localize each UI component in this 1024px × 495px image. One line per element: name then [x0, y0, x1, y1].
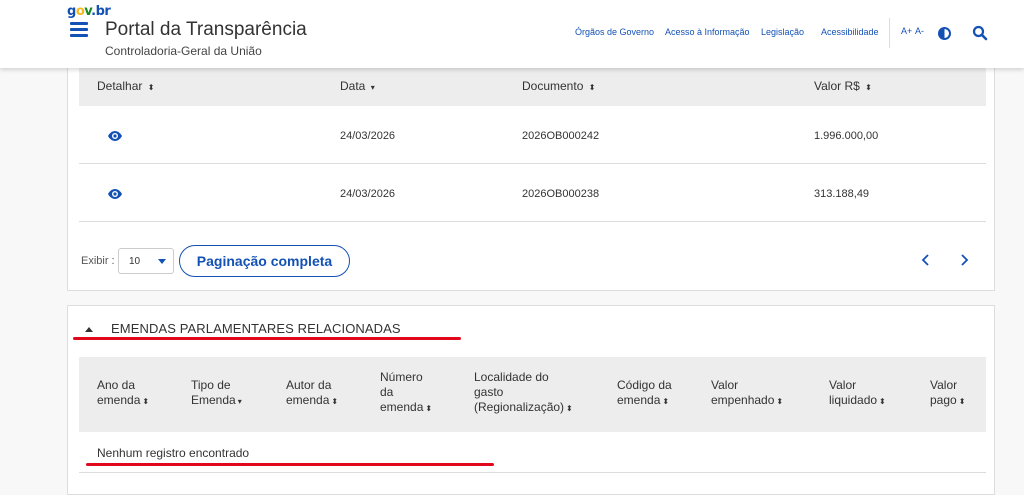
- annotation-underline: [86, 463, 494, 466]
- site-header: gov.br Portal da Transparência Controlad…: [0, 0, 1024, 68]
- col-tipo-emenda[interactable]: Tipo de Emenda ▾: [191, 378, 242, 409]
- sort-icon: ⬍: [958, 397, 966, 406]
- table-row: 24/03/2026 2026OB000238 313.188,49: [79, 164, 986, 222]
- col-detalhar[interactable]: Detalhar ⬍: [97, 79, 154, 93]
- menu-icon[interactable]: [70, 22, 88, 38]
- table-row: 24/03/2026 2026OB000242 1.996.000,00: [79, 106, 986, 164]
- col-ano-emenda[interactable]: Ano da emenda ⬍: [97, 378, 149, 409]
- nav-link-acessibilidade[interactable]: Acessibilidade: [821, 27, 879, 37]
- chevron-up-icon: [85, 327, 93, 332]
- sort-icon: ⬍: [566, 404, 573, 413]
- sort-icon: ⬍: [425, 404, 433, 413]
- nav-link-acesso-informacao[interactable]: Acesso à Informação: [665, 27, 750, 37]
- col-valor-empenhado[interactable]: Valor empenhado ⬍: [711, 378, 783, 409]
- page-size-label: Exibir :: [81, 255, 115, 267]
- sort-icon: ⬍: [776, 397, 784, 406]
- site-subtitle: Controladoria-Geral da União: [105, 44, 262, 58]
- col-data[interactable]: Data ▾: [340, 79, 375, 93]
- col-documento[interactable]: Documento ⬍: [522, 79, 595, 93]
- documents-table-header: Detalhar ⬍ Data ▾ Documento ⬍ Valor R$ ⬍: [79, 68, 986, 106]
- site-title[interactable]: Portal da Transparência: [105, 19, 307, 41]
- eye-icon[interactable]: [107, 130, 123, 142]
- sort-icon: ⬍: [879, 397, 886, 406]
- col-valor-pago[interactable]: Valor pago ⬍: [930, 378, 965, 409]
- chevron-right-icon[interactable]: [959, 253, 969, 267]
- col-valor[interactable]: Valor R$ ⬍: [814, 79, 872, 93]
- contrast-icon[interactable]: [938, 27, 951, 40]
- cell-data: 24/03/2026: [340, 130, 396, 142]
- col-autor-emenda[interactable]: Autor da emenda ⬍: [286, 378, 338, 409]
- full-pagination-button[interactable]: Paginação completa: [179, 245, 350, 277]
- sort-desc-icon: ▾: [237, 397, 242, 406]
- table-divider: [79, 472, 986, 473]
- col-numero-emenda[interactable]: Número da emenda ⬍: [380, 370, 432, 416]
- cell-documento: 2026OB000238: [522, 188, 600, 200]
- sort-icon: ⬍: [865, 83, 872, 92]
- col-codigo-emenda[interactable]: Código da emenda ⬍: [617, 378, 672, 409]
- sort-icon: ⬍: [662, 397, 670, 406]
- caret-down-icon: [158, 259, 166, 264]
- nav-link-orgaos[interactable]: Órgãos de Governo: [575, 27, 654, 37]
- col-localidade-gasto[interactable]: Localidade do gasto (Regionalização) ⬍: [474, 370, 573, 416]
- annotation-underline: [73, 337, 461, 340]
- nav-link-legislacao[interactable]: Legislação: [761, 27, 804, 37]
- cell-documento: 2026OB000242: [522, 130, 600, 142]
- section-title: EMENDAS PARLAMENTARES RELACIONADAS: [111, 321, 401, 336]
- header-divider: [889, 18, 890, 48]
- chevron-left-icon[interactable]: [921, 253, 931, 267]
- sort-icon: ⬍: [588, 83, 596, 92]
- sort-icon: ⬍: [147, 83, 155, 92]
- amendments-panel: EMENDAS PARLAMENTARES RELACIONADAS Ano d…: [67, 305, 995, 495]
- eye-icon[interactable]: [107, 188, 123, 200]
- font-increase-button[interactable]: A+: [901, 26, 912, 36]
- empty-state-message: Nenhum registro encontrado: [97, 446, 250, 460]
- cell-valor: 313.188,49: [814, 188, 870, 200]
- search-icon[interactable]: [972, 25, 988, 41]
- sort-desc-icon: ▾: [370, 83, 375, 92]
- sort-icon: ⬍: [331, 397, 339, 406]
- col-valor-liquidado[interactable]: Valor liquidado ⬍: [829, 378, 886, 409]
- cell-data: 24/03/2026: [340, 188, 396, 200]
- sort-icon: ⬍: [142, 397, 150, 406]
- govbr-logo[interactable]: gov.br: [67, 4, 111, 19]
- documents-panel: Detalhar ⬍ Data ▾ Documento ⬍ Valor R$ ⬍…: [67, 68, 995, 291]
- cell-valor: 1.996.000,00: [814, 130, 879, 142]
- amendments-table-header: Ano da emenda ⬍ Tipo de Emenda ▾ Autor da eme…: [79, 357, 986, 432]
- font-decrease-button[interactable]: A-: [915, 26, 924, 36]
- page-size-select[interactable]: 10: [118, 248, 174, 274]
